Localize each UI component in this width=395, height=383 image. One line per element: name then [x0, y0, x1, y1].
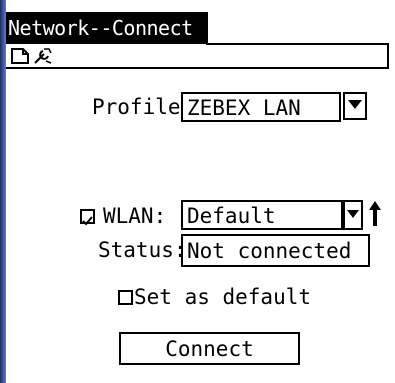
wlan-checkbox[interactable]: [80, 209, 95, 226]
wlan-select[interactable]: Default: [181, 200, 343, 230]
chevron-down-icon: [347, 210, 359, 218]
toolbar: [6, 45, 389, 69]
tools-icon[interactable]: [32, 47, 54, 69]
checkmark-icon: [82, 216, 93, 226]
status-label: Status:: [98, 238, 187, 262]
connect-button[interactable]: Connect: [119, 332, 300, 365]
chevron-down-icon: [348, 100, 362, 109]
window-title: Network--Connect: [6, 12, 208, 44]
wlan-dropdown-button[interactable]: [343, 200, 363, 230]
profile-dropdown-button[interactable]: [343, 92, 367, 120]
new-document-icon[interactable]: [10, 47, 30, 69]
set-default-label: Set as default: [134, 285, 312, 309]
profile-select[interactable]: ZEBEX LAN: [181, 92, 341, 122]
profile-label: Profile:: [92, 95, 194, 119]
status-value: Not connected: [181, 234, 370, 267]
set-default-checkbox[interactable]: [118, 290, 133, 305]
arrow-up-icon: [367, 198, 383, 232]
wlan-label: WLAN:: [103, 204, 167, 228]
